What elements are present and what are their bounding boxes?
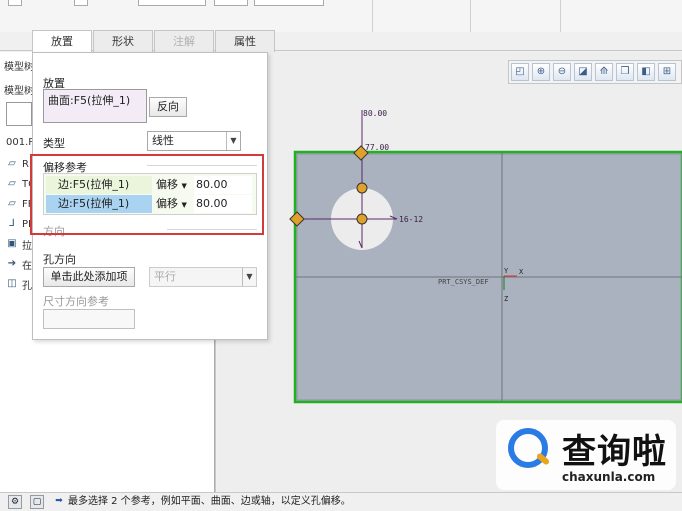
ribbon-control[interactable] xyxy=(8,0,22,6)
display-style-icon[interactable]: ❒ xyxy=(616,63,634,81)
watermark-url: chaxunla.com xyxy=(562,470,656,484)
ribbon-control[interactable] xyxy=(74,0,88,6)
tab-3[interactable]: 属性 xyxy=(215,30,275,52)
dashboard-tabs: 放置 形状 注解 属性 xyxy=(32,30,276,53)
insert-here-icon: ➔ xyxy=(7,258,17,269)
dim-text-side[interactable]: 77.00 xyxy=(365,143,389,152)
zoom-in-icon[interactable]: ⊕ xyxy=(532,63,550,81)
zoom-out-icon[interactable]: ⊖ xyxy=(553,63,571,81)
placement-reference-collector[interactable]: 曲面:F5(拉伸_1) xyxy=(43,89,147,123)
hole-direction-value: 平行 xyxy=(154,270,176,283)
diameter-handle[interactable] xyxy=(356,182,368,194)
plane-icon: ▱ xyxy=(8,158,16,169)
add-item-button[interactable]: 单击此处添加项 xyxy=(43,267,135,287)
placement-reference-value: 曲面:F5(拉伸_1) xyxy=(48,94,131,107)
ribbon-dropdown[interactable] xyxy=(254,0,324,6)
status-message: 最多选择 2 个参考，例如平面、曲面、边或轴，以定义孔偏移。 xyxy=(68,496,351,507)
hole-size-label[interactable]: 16-12 xyxy=(399,215,423,224)
dim-text-top[interactable]: 80.00 xyxy=(363,109,387,118)
view-toolbar: ◰ ⊕ ⊖ ◪ ⟰ ❒ ◧ ⊞ xyxy=(508,60,682,84)
ribbon-separator xyxy=(560,0,561,32)
watermark: 查询啦 chaxunla.com xyxy=(496,420,676,490)
view-manager-icon[interactable]: ◧ xyxy=(637,63,655,81)
extrude-icon: ▣ xyxy=(7,238,17,249)
hole-direction-select[interactable]: 平行 ▼ xyxy=(149,267,257,287)
watermark-title: 查询啦 xyxy=(562,432,667,472)
ribbon-dropdown[interactable] xyxy=(138,0,206,6)
highlight-frame xyxy=(30,154,264,235)
search-logo-icon xyxy=(508,428,548,468)
tab-1[interactable]: 形状 xyxy=(93,30,153,52)
ribbon-separator xyxy=(470,0,471,32)
chevron-down-icon: ▼ xyxy=(226,132,240,150)
model-tree-subtitle: 模型树 xyxy=(4,86,34,97)
chevron-down-icon: ▼ xyxy=(242,268,256,286)
csys-z-label: Z xyxy=(504,295,508,303)
tab-2: 注解 xyxy=(154,30,214,52)
hole-feature-icon: ◫ xyxy=(7,278,17,289)
dimension-direction-collector[interactable] xyxy=(43,309,135,329)
datum-display-icon[interactable]: ⊞ xyxy=(658,63,676,81)
tree-filter-box[interactable] xyxy=(6,102,32,126)
csys-label: PRT_CSYS_DEF xyxy=(438,278,489,286)
ribbon-area xyxy=(0,0,682,32)
plane-icon: ▱ xyxy=(8,198,16,209)
model-tree-title: 模型树 xyxy=(4,62,34,73)
flip-button[interactable]: 反向 xyxy=(149,97,187,117)
hole-type-value: 线性 xyxy=(152,134,174,147)
hole-center-handle[interactable] xyxy=(356,213,368,225)
tab-0[interactable]: 放置 xyxy=(32,30,92,53)
ribbon-control[interactable] xyxy=(214,0,248,6)
selection-filter-icon[interactable]: ▢ xyxy=(30,495,44,509)
refit-icon[interactable]: ◰ xyxy=(511,63,529,81)
hole-type-select[interactable]: 线性 ▼ xyxy=(147,131,241,151)
message-log-icon[interactable]: ⚙ xyxy=(8,495,22,509)
type-label: 类型 xyxy=(43,137,65,150)
status-bar: ⚙ ▢ ➡ 最多选择 2 个参考，例如平面、曲面、边或轴，以定义孔偏移。 xyxy=(0,492,682,511)
repaint-icon[interactable]: ◪ xyxy=(574,63,592,81)
hole-direction-label: 孔方向 xyxy=(43,253,76,266)
dimension-direction-label: 尺寸方向参考 xyxy=(43,295,109,308)
saved-views-icon[interactable]: ⟰ xyxy=(595,63,613,81)
csys-icon: ⅃ xyxy=(9,218,15,229)
info-arrow-icon: ➡ xyxy=(55,496,63,506)
ribbon-separator xyxy=(372,0,373,32)
plane-icon: ▱ xyxy=(8,178,16,189)
